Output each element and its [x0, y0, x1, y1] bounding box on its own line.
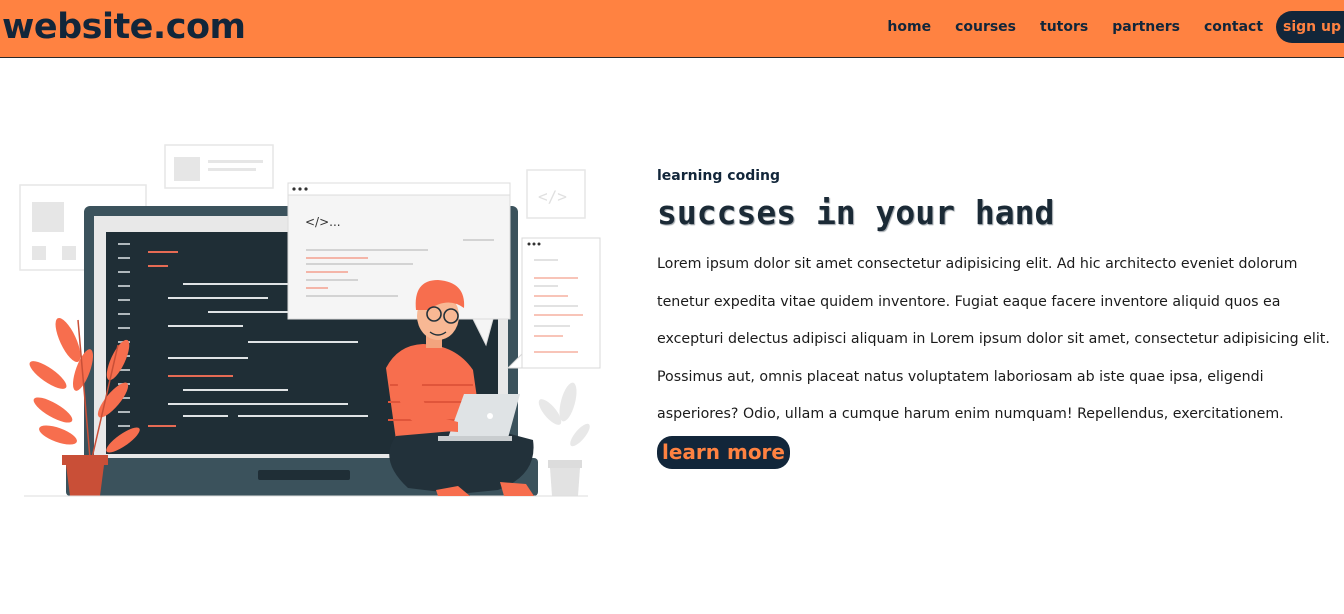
code-bubble-text: </>... [305, 215, 341, 229]
nav-link-partners[interactable]: partners [1112, 19, 1180, 35]
nav-link-home[interactable]: home [887, 19, 931, 35]
sign-up-button[interactable]: sign up [1276, 11, 1344, 43]
plant-grey [538, 382, 590, 496]
hero-headline: succses in your hand [657, 193, 1055, 232]
hero-body: Lorem ipsum dolor sit amet consectetur a… [657, 256, 1330, 422]
top-navbar: website.com home courses tutors partners… [0, 0, 1344, 58]
main-nav: home courses tutors partners contact sig… [887, 11, 1344, 43]
coding-illustration: </> </>... [19, 144, 601, 497]
code-icon-text: </> [538, 187, 567, 206]
site-logo[interactable]: website.com [2, 4, 246, 50]
nav-link-courses[interactable]: courses [955, 19, 1016, 35]
learn-more-button[interactable]: learn more [657, 435, 790, 469]
side-code-window [506, 237, 601, 369]
nav-link-tutors[interactable]: tutors [1040, 19, 1088, 35]
hero-eyebrow: learning coding [657, 168, 780, 184]
hero-section: learning coding succses in your hand Lor… [657, 166, 1337, 469]
nav-link-contact[interactable]: contact [1204, 19, 1263, 35]
